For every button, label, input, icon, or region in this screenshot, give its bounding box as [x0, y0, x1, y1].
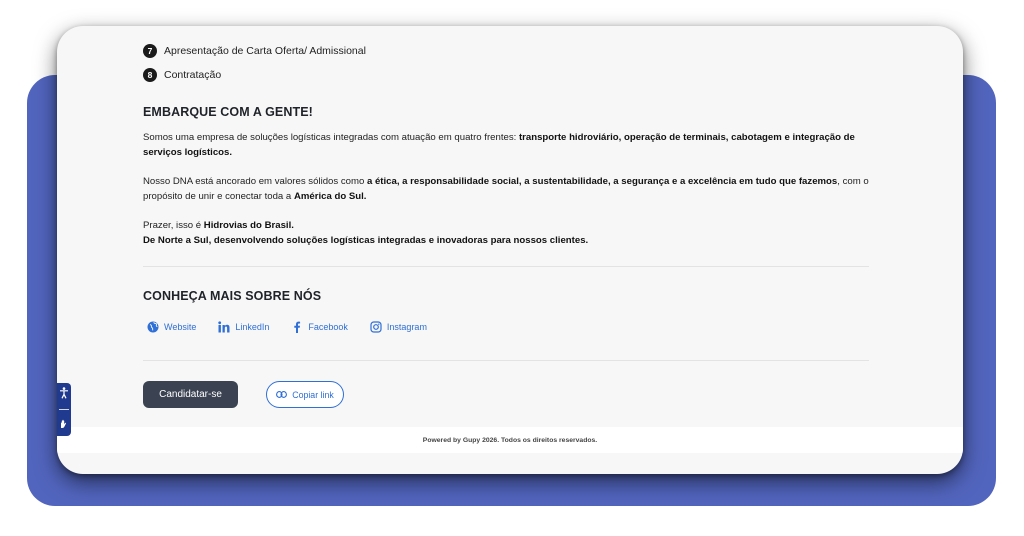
copy-link-button[interactable]: Copiar link: [266, 381, 344, 408]
sign-language-icon[interactable]: [59, 417, 69, 432]
section-divider: [143, 266, 869, 267]
facebook-icon: [291, 321, 303, 333]
accessibility-icon[interactable]: [59, 386, 69, 402]
about-heading: EMBARQUE COM A GENTE!: [143, 105, 313, 119]
step-label: Contratação: [164, 69, 222, 81]
linkedin-link-label: LinkedIn: [235, 322, 270, 332]
link-icon: [276, 390, 288, 400]
job-page-card: 7 Apresentação de Carta Oferta/ Admissio…: [57, 26, 963, 474]
facebook-link-label: Facebook: [308, 322, 348, 332]
linkedin-icon: [218, 321, 230, 333]
section-divider: [143, 360, 869, 361]
instagram-link[interactable]: Instagram: [370, 321, 427, 333]
about-paragraph-1: Somos uma empresa de soluções logísticas…: [143, 132, 855, 158]
copy-link-label: Copiar link: [292, 389, 334, 400]
globe-icon: [147, 321, 159, 333]
accessibility-widget[interactable]: [57, 383, 71, 436]
linkedin-link[interactable]: LinkedIn: [218, 321, 269, 333]
about-paragraph-2: Nosso DNA está ancorado em valores sólid…: [143, 176, 869, 202]
step-number-badge: 8: [143, 68, 157, 82]
widget-separator: [59, 408, 69, 410]
page-footer: Powered by Gupy 2026. Todos os direitos …: [57, 427, 963, 453]
social-heading: CONHEÇA MAIS SOBRE NÓS: [143, 289, 322, 303]
step-item: 7 Apresentação de Carta Oferta/ Admissio…: [143, 44, 366, 58]
website-link[interactable]: Website: [147, 321, 196, 333]
website-link-label: Website: [164, 322, 197, 332]
instagram-link-label: Instagram: [386, 322, 427, 332]
facebook-link[interactable]: Facebook: [291, 321, 348, 333]
about-paragraph-3: Prazer, isso é Hidrovias do Brasil. De No…: [143, 220, 589, 246]
apply-button[interactable]: Candidatar-se: [143, 381, 238, 408]
instagram-icon: [370, 321, 382, 333]
step-label: Apresentação de Carta Oferta/ Admissiona…: [164, 45, 366, 57]
step-item: 8 Contratação: [143, 68, 221, 82]
social-links: Website LinkedIn Facebook Instagram: [147, 321, 427, 333]
step-number-badge: 7: [143, 44, 157, 58]
